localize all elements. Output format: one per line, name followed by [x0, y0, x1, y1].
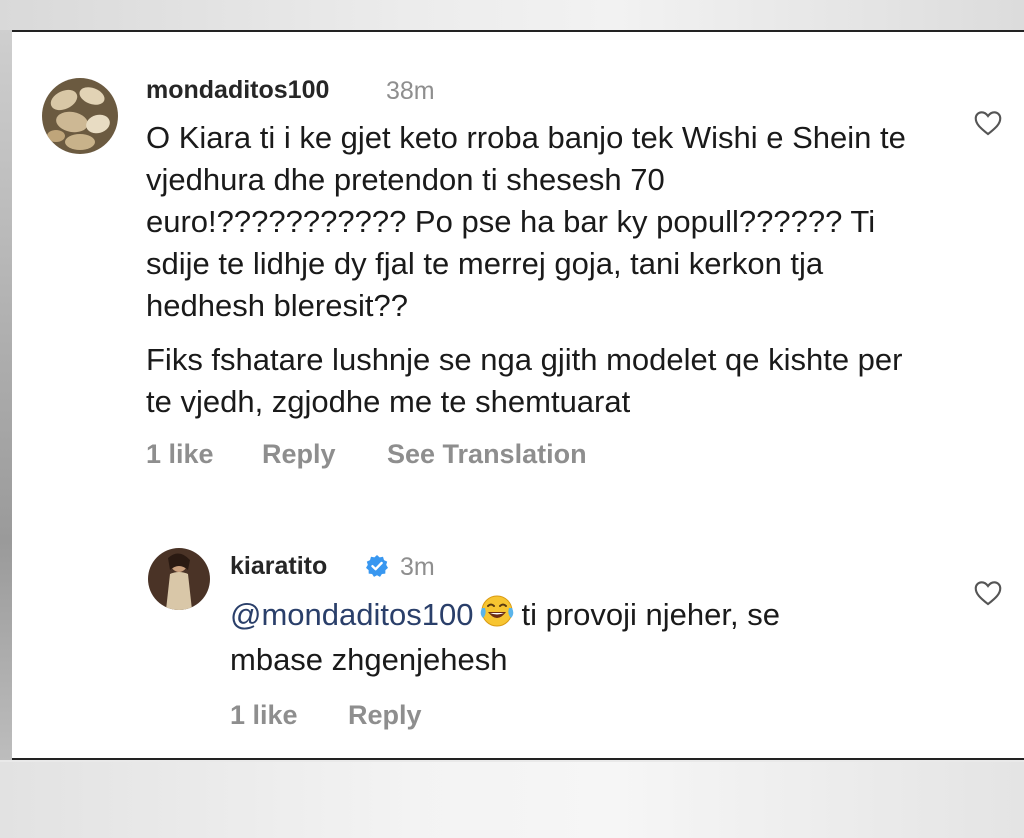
background-top [0, 0, 1024, 30]
background-left-edge [0, 30, 12, 760]
comment-paragraph-1: O Kiara ti i ke gjet keto rroba banjo te… [146, 120, 906, 323]
reply-text-line-2: mbase zhgenjehesh [230, 642, 508, 678]
comment-timestamp: 38m [386, 77, 435, 105]
face-with-tears-of-joy-emoji [479, 594, 515, 639]
reply-like-count[interactable]: 1 like [230, 700, 298, 731]
see-translation-button[interactable]: See Translation [387, 439, 587, 470]
reply-avatar[interactable] [148, 548, 210, 610]
commenter-avatar[interactable] [42, 78, 118, 154]
comment-body: O Kiara ti i ke gjet keto rroba banjo te… [146, 117, 926, 423]
heart-icon[interactable] [974, 110, 1002, 141]
commenter-username[interactable]: mondaditos100 [146, 76, 329, 105]
comment-reply-button[interactable]: Reply [262, 439, 336, 470]
reply-username[interactable]: kiaratito [230, 552, 327, 581]
mention-link[interactable]: @mondaditos100 [230, 597, 473, 632]
comments-panel: mondaditos100 38m O Kiara ti i ke gjet k… [12, 30, 1024, 760]
comment-like-count[interactable]: 1 like [146, 439, 214, 470]
reply-body: @mondaditos100 ti provoji njeher, se mba… [230, 594, 950, 681]
background-bottom [0, 762, 1024, 838]
reply-text-line-1: ti provoji njeher, se [521, 597, 780, 632]
heart-icon[interactable] [974, 580, 1002, 611]
reply-timestamp: 3m [400, 553, 435, 581]
verified-badge-icon [365, 554, 389, 583]
comment-paragraph-2: Fiks fshatare lushnje se nga gjith model… [146, 342, 903, 419]
reply-reply-button[interactable]: Reply [348, 700, 422, 731]
